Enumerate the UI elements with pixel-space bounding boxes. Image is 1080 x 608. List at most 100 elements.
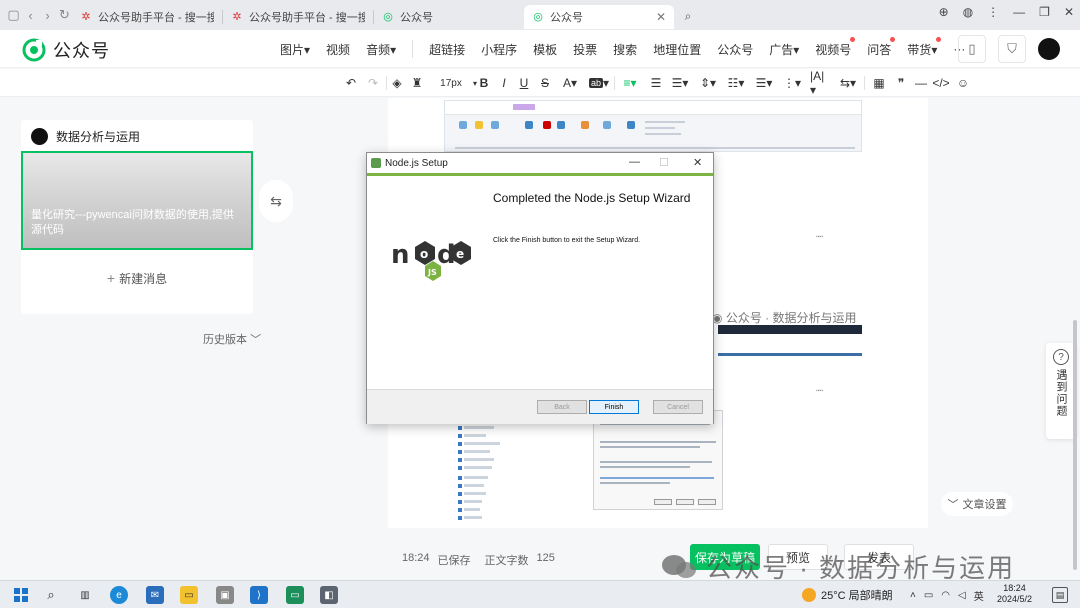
text-spacing-icon[interactable]: ⇆▾ — [838, 74, 858, 92]
folder-icon — [458, 434, 462, 438]
table-icon[interactable]: ▦ — [872, 74, 886, 92]
vscode-icon[interactable]: ⟩ — [250, 586, 268, 604]
folder-icon — [458, 442, 462, 446]
font-size-select[interactable]: 17px — [436, 74, 466, 92]
edge-icon[interactable]: e — [110, 586, 128, 604]
menu-qa[interactable]: 问答 — [859, 36, 899, 58]
battery-icon[interactable]: ▭ — [924, 590, 933, 601]
plus-icon: + — [106, 270, 116, 286]
nodejs-setup-dialog: Node.js Setup — ☐ ✕ Completed the Node.j… — [366, 152, 714, 424]
menu-official-account[interactable]: 公众号 — [709, 41, 761, 58]
italic-icon[interactable]: I — [498, 74, 510, 92]
line-height-icon[interactable]: ⇕▾ — [698, 74, 718, 92]
tab-title: 公众号 — [400, 12, 433, 24]
ime-indicator[interactable]: 英 — [974, 588, 984, 603]
browser-tab-1[interactable]: ✲ 公众号助手平台 - 搜一搜 — [72, 5, 222, 29]
reload-icon[interactable]: ↻ — [57, 5, 72, 25]
menu-channels[interactable]: 视频号 — [807, 36, 859, 58]
close-icon[interactable]: ✕ — [656, 10, 666, 24]
emoji-icon[interactable]: ☺ — [955, 74, 971, 92]
tab-list-icon[interactable]: ▢ — [6, 5, 21, 25]
logo[interactable]: 公众号 — [22, 37, 110, 63]
article-card-selected[interactable]: 量化研究---pywencai问财数据的使用,提供源代码 — [21, 151, 253, 250]
network-icon[interactable]: ◠ — [941, 590, 950, 601]
menu-hyperlink[interactable]: 超链接 — [421, 41, 473, 58]
task-view-icon[interactable]: ▥ — [76, 586, 94, 604]
tree-row — [464, 508, 480, 511]
list-icon[interactable]: ☰▾ — [754, 74, 774, 92]
paragraph-spacing-icon[interactable]: ☰▾ — [670, 74, 690, 92]
history-version-link[interactable]: 历史版本 ﹀ — [203, 331, 261, 347]
redo-icon[interactable]: ↷ — [366, 74, 380, 92]
weather-widget[interactable]: 25°C 局部晴朗 — [802, 587, 893, 603]
system-clock[interactable]: 18:24 2024/5/2 — [997, 583, 1032, 605]
minimize-icon[interactable]: — — [629, 156, 640, 168]
undo-icon[interactable]: ↶ — [344, 74, 358, 92]
quote-icon[interactable]: ❞ — [894, 74, 908, 92]
menu-ads[interactable]: 广告▾ — [761, 41, 807, 58]
align-left-icon[interactable]: ≡▾ — [620, 74, 640, 92]
terminal-icon[interactable]: ▭ — [286, 586, 304, 604]
save-status: 18:24 已保存 正文字数 125 — [402, 552, 555, 568]
browser-tab-2[interactable]: ✲ 公众号助手平台 - 搜一搜 — [223, 5, 373, 29]
text-direction-icon[interactable]: |A|▾ — [810, 69, 830, 97]
menu-vote[interactable]: 投票 — [565, 41, 605, 58]
menu-search[interactable]: 搜索 — [605, 41, 645, 58]
globe-icon[interactable]: ◍ — [963, 5, 973, 19]
swap-icon[interactable]: ⇆ — [259, 180, 293, 222]
help-widget[interactable]: ? 遇到问题 — [1046, 343, 1076, 439]
back-icon[interactable]: ‹ — [23, 5, 38, 25]
shield-icon[interactable]: ⛉ — [998, 35, 1026, 63]
menu-location[interactable]: 地理位置 — [645, 41, 709, 58]
notification-icon[interactable]: ▤ — [1052, 587, 1068, 603]
mail-icon[interactable]: ✉ — [146, 586, 164, 604]
avatar[interactable] — [1038, 38, 1060, 60]
windows-start-icon[interactable] — [12, 586, 30, 604]
more-icon[interactable]: ⋮ — [987, 5, 999, 19]
cancel-button: Cancel — [653, 400, 703, 414]
strikethrough-icon[interactable]: S — [539, 74, 551, 92]
wechat-icon — [662, 554, 696, 578]
indent-icon[interactable]: ☰ — [648, 74, 664, 92]
tree-row — [464, 500, 482, 503]
underline-icon[interactable]: U — [518, 74, 530, 92]
volume-icon[interactable]: ◁ — [958, 590, 966, 601]
new-message-button[interactable]: + 新建消息 — [21, 270, 253, 287]
tree-row — [464, 442, 500, 445]
file-explorer-icon[interactable]: ▭ — [180, 586, 198, 604]
clear-format-icon[interactable]: ♜ — [410, 74, 424, 92]
search-icon[interactable]: ⌕ — [678, 7, 698, 27]
menu-audio[interactable]: 音频▾ — [358, 41, 404, 58]
letter-spacing-icon[interactable]: ☷▾ — [726, 74, 746, 92]
format-painter-icon[interactable]: ◈ — [390, 74, 404, 92]
download-icon[interactable]: ⊕ — [939, 5, 949, 19]
article-settings-button[interactable]: ﹀ 文章设置 — [941, 492, 1013, 516]
scrollbar[interactable] — [1073, 320, 1077, 570]
forward-icon[interactable]: › — [40, 5, 55, 25]
menu-commerce[interactable]: 带货▾ — [899, 36, 945, 58]
restore-icon[interactable]: ❐ — [1039, 5, 1050, 19]
code-icon[interactable]: </> — [932, 74, 949, 92]
phone-preview-icon[interactable]: ▯ — [958, 35, 986, 63]
finish-label: Finish — [604, 403, 624, 411]
menu-miniprogram[interactable]: 小程序 — [473, 41, 525, 58]
menu-template[interactable]: 模板 — [525, 41, 565, 58]
browser-tab-4[interactable]: ◎ 公众号 ✕ — [524, 5, 674, 29]
chevron-up-icon[interactable]: ˄ — [910, 590, 916, 601]
finish-button[interactable]: Finish — [589, 400, 639, 414]
search-icon[interactable]: ⌕ — [42, 586, 60, 604]
minimize-icon[interactable]: — — [1013, 5, 1025, 19]
folder-icon — [458, 450, 462, 454]
close-icon[interactable]: ✕ — [693, 156, 702, 169]
divider-icon[interactable]: — — [914, 74, 928, 92]
close-window-icon[interactable]: ✕ — [1064, 5, 1074, 19]
highlight-icon[interactable]: ab ▾ — [588, 74, 610, 92]
browser-tab-3[interactable]: ◎ 公众号 — [374, 5, 524, 29]
store-icon[interactable]: ▣ — [216, 586, 234, 604]
bold-icon[interactable]: B — [478, 74, 490, 92]
ordered-list-icon[interactable]: ⋮▾ — [782, 74, 802, 92]
menu-image[interactable]: 图片▾ — [272, 41, 318, 58]
font-color-icon[interactable]: A▾ — [560, 74, 580, 92]
menu-video[interactable]: 视频 — [318, 41, 358, 58]
installer-taskbar-icon[interactable]: ◧ — [320, 586, 338, 604]
